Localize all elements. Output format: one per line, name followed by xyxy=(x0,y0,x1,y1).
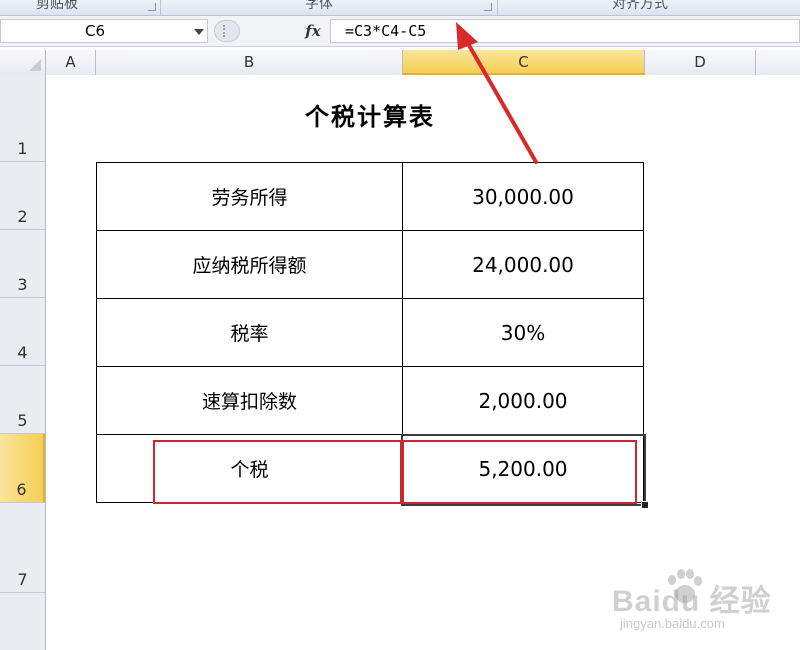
baidu-watermark: Baidu 经验 jingyan.baidu.com xyxy=(606,568,796,648)
table-row: 劳务所得 30,000.00 xyxy=(96,162,644,231)
watermark-url: jingyan.baidu.com xyxy=(620,616,725,631)
ribbon-group-alignment[interactable]: 对齐方式 xyxy=(612,0,668,15)
row-header-6[interactable]: 6 xyxy=(0,434,45,503)
row-number: 3 xyxy=(17,275,28,294)
annotation-box-value xyxy=(402,440,637,504)
row-header-2[interactable]: 2 xyxy=(0,162,45,230)
cell-c2[interactable]: 30,000.00 xyxy=(402,162,644,231)
row-header-1[interactable]: 1 xyxy=(0,75,45,162)
column-header-c[interactable]: C xyxy=(403,50,645,75)
row-header-column: 1 2 3 4 5 6 7 xyxy=(0,75,46,650)
row-header-4[interactable]: 4 xyxy=(0,298,45,366)
row-header-8[interactable] xyxy=(0,593,45,650)
row-header-5[interactable]: 5 xyxy=(0,366,45,434)
grip-icon xyxy=(223,25,231,37)
cell-b3[interactable]: 应纳税所得额 xyxy=(96,230,403,299)
cell-c4[interactable]: 30% xyxy=(402,298,644,367)
cell-b5[interactable]: 速算扣除数 xyxy=(96,366,403,435)
column-header-d[interactable]: D xyxy=(645,50,756,75)
sheet-title[interactable]: 个税计算表 xyxy=(96,97,644,132)
font-launcher-icon[interactable] xyxy=(484,3,492,11)
ribbon-separator xyxy=(497,0,498,15)
column-header-a[interactable]: A xyxy=(46,50,96,75)
clipboard-launcher-icon[interactable] xyxy=(148,3,156,11)
row-header-7[interactable]: 7 xyxy=(0,503,45,593)
column-header-e[interactable] xyxy=(756,50,800,75)
ribbon-group-clipboard[interactable]: 剪贴板 xyxy=(36,0,78,15)
row-header-3[interactable]: 3 xyxy=(0,230,45,298)
cell-c5[interactable]: 2,000.00 xyxy=(402,366,644,435)
column-header-row: A B C D xyxy=(0,50,800,76)
table-row: 应纳税所得额 24,000.00 xyxy=(96,230,644,299)
ribbon-group-font[interactable]: 字体 xyxy=(305,0,333,15)
name-box[interactable]: C6 xyxy=(0,19,208,43)
formula-text: =C3*C4-C5 xyxy=(345,22,427,40)
cell-b2[interactable]: 劳务所得 xyxy=(96,162,403,231)
row-number: 2 xyxy=(17,207,28,226)
cell-b4[interactable]: 税率 xyxy=(96,298,403,367)
watermark-brand: Baidu 经验 xyxy=(612,585,772,618)
row-number: 6 xyxy=(16,480,27,499)
row-number: 4 xyxy=(17,343,28,362)
formula-bar-splitter[interactable] xyxy=(214,20,240,42)
formula-bar: C6 fx =C3*C4-C5 xyxy=(0,16,800,47)
table-row: 税率 30% xyxy=(96,298,644,367)
select-all-button[interactable] xyxy=(0,50,46,75)
ribbon-group-strip: 剪贴板 字体 对齐方式 xyxy=(0,0,800,16)
cell-c3[interactable]: 24,000.00 xyxy=(402,230,644,299)
row-number: 7 xyxy=(17,570,28,589)
name-box-value: C6 xyxy=(85,22,106,40)
row-number: 5 xyxy=(17,411,28,430)
column-header-b[interactable]: B xyxy=(96,50,403,75)
formula-input[interactable]: =C3*C4-C5 xyxy=(330,19,800,43)
table-row: 速算扣除数 2,000.00 xyxy=(96,366,644,435)
row-number: 1 xyxy=(17,139,28,158)
annotation-box-label xyxy=(153,440,402,504)
ribbon-separator xyxy=(160,0,161,15)
select-all-icon xyxy=(29,59,41,71)
insert-function-button[interactable]: fx xyxy=(300,20,326,42)
chevron-down-icon[interactable] xyxy=(194,29,204,35)
fill-handle[interactable] xyxy=(641,501,649,509)
worksheet-grid[interactable]: 个税计算表 劳务所得 30,000.00 应纳税所得额 24,000.00 税率… xyxy=(46,75,800,650)
